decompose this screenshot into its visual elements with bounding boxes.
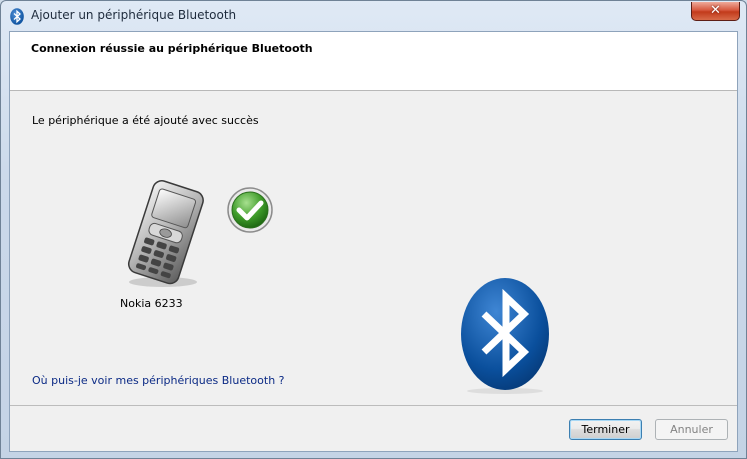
title-bar[interactable]: Ajouter un périphérique Bluetooth ✕ — [1, 1, 746, 31]
status-message: Le périphérique a été ajouté avec succès — [32, 114, 259, 127]
add-bluetooth-device-window: Ajouter un périphérique Bluetooth ✕ Conn… — [0, 0, 747, 459]
mobile-phone-icon — [127, 180, 204, 287]
bluetooth-logo-icon — [461, 278, 549, 394]
wizard-header: Connexion réussie au périphérique Blueto… — [10, 32, 737, 91]
close-icon: ✕ — [710, 3, 721, 18]
finish-button[interactable]: Terminer — [569, 419, 642, 440]
close-button[interactable]: ✕ — [691, 2, 740, 21]
cancel-button[interactable]: Annuler — [655, 419, 728, 440]
wizard-content: Connexion réussie au périphérique Blueto… — [9, 31, 738, 452]
help-link-bluetooth-devices[interactable]: Où puis-je voir mes périphériques Blueto… — [32, 374, 285, 387]
window-title: Ajouter un périphérique Bluetooth — [31, 8, 237, 22]
footer-divider — [10, 405, 737, 406]
page-title: Connexion réussie au périphérique Blueto… — [31, 42, 313, 55]
checkmark-icon — [227, 187, 273, 233]
bluetooth-icon — [10, 8, 24, 25]
device-name: Nokia 6233 — [120, 297, 183, 310]
